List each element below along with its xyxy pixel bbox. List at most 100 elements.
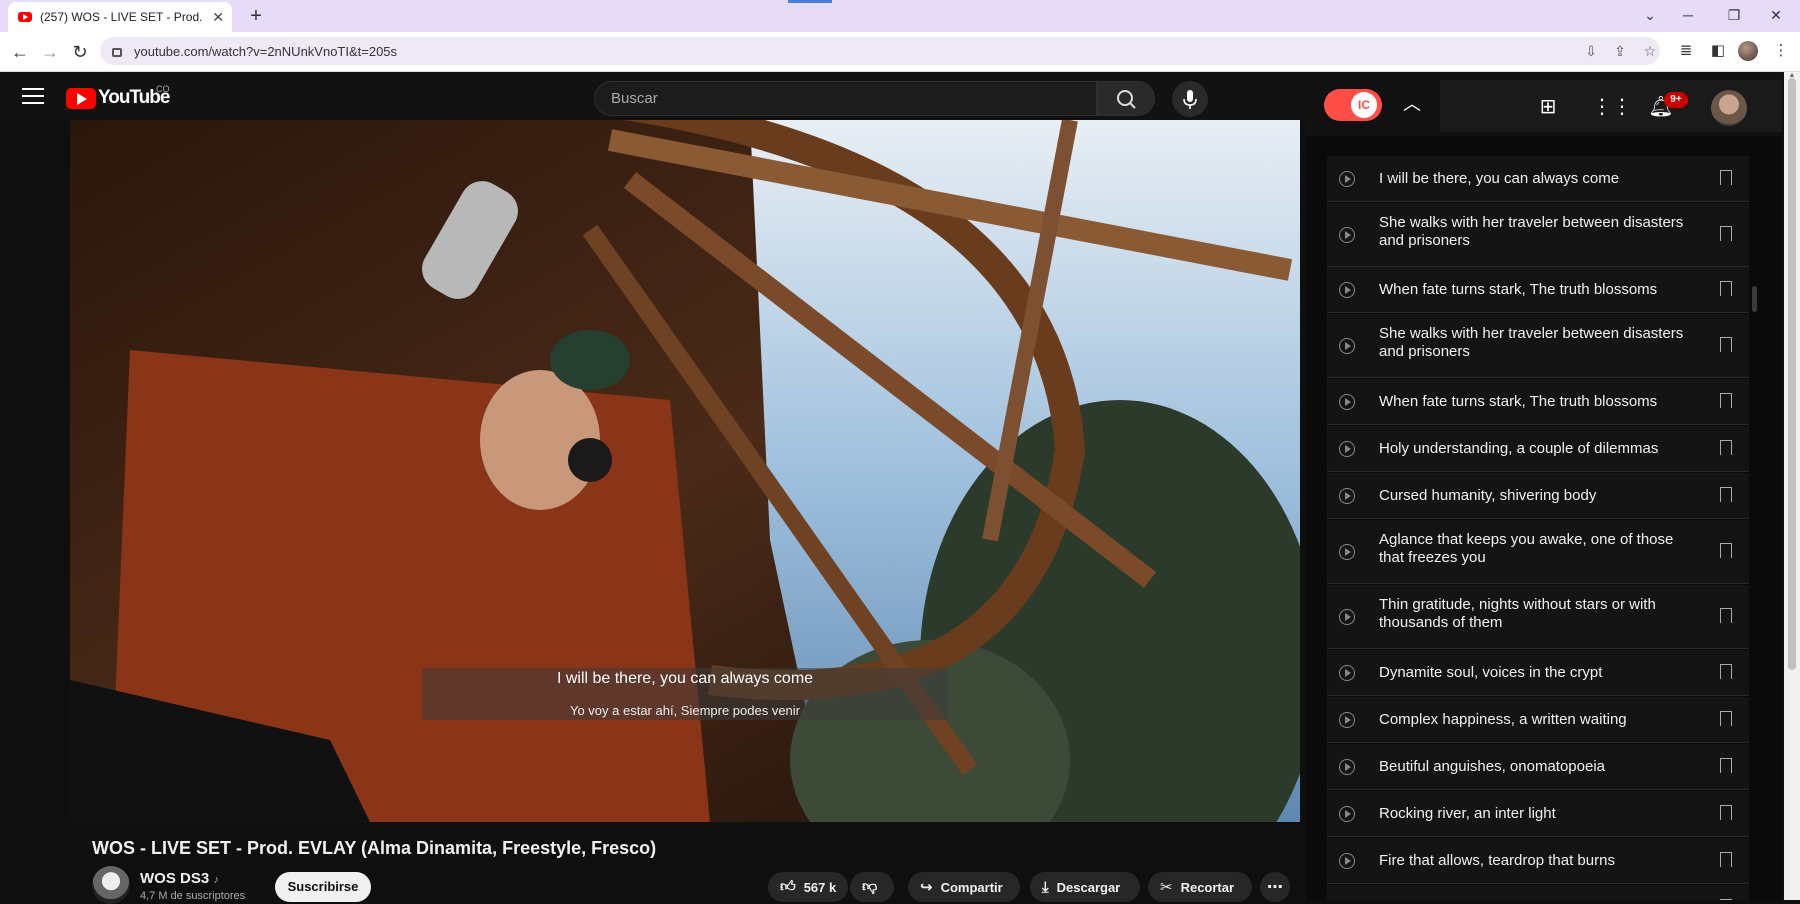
lyric-row[interactable]: Aglance that keeps you awake, one of tho…	[1327, 520, 1749, 584]
play-circle-icon[interactable]	[1339, 806, 1355, 822]
bookmark-icon[interactable]	[1720, 608, 1732, 628]
bookmark-icon[interactable]	[1720, 281, 1732, 301]
play-circle-icon[interactable]	[1339, 609, 1355, 625]
thumbs-up-icon: 👍︎	[780, 878, 796, 895]
play-circle-icon[interactable]	[1339, 665, 1355, 681]
share-page-icon[interactable]: ⇪	[1609, 40, 1631, 62]
subscriber-count: 4,7 M de suscriptores	[140, 890, 246, 902]
play-circle-icon[interactable]	[1339, 544, 1355, 560]
lyric-row[interactable]: Fire that allows, teardrop that burns	[1327, 838, 1749, 884]
apps-grid-icon[interactable]: ⋮⋮	[1592, 94, 1632, 120]
play-circle-icon[interactable]	[1339, 488, 1355, 504]
page-scrollbar-thumb[interactable]	[1788, 78, 1796, 670]
tab-search-chevron-down-icon[interactable]: ⌄	[1630, 4, 1670, 26]
lyric-row[interactable]: I will be there, you can always come	[1327, 156, 1749, 202]
bookmark-icon[interactable]	[1720, 805, 1732, 825]
subscribe-button[interactable]: Suscribirse	[275, 872, 371, 902]
browser-menu-icon[interactable]: ⋮	[1770, 40, 1792, 62]
dislike-button[interactable]: 👎︎	[850, 872, 894, 902]
bookmark-icon[interactable]	[1720, 337, 1732, 357]
play-circle-icon[interactable]	[1339, 171, 1355, 187]
lyric-row[interactable]: Holy understanding, a couple of dilemmas	[1327, 426, 1749, 472]
bookmark-icon[interactable]	[1720, 852, 1732, 872]
browser-tab[interactable]: (257) WOS - LIVE SET - Prod. EVLAY ✕	[8, 2, 232, 32]
channel-name[interactable]: WOS DS3 ♪	[140, 870, 219, 887]
reload-icon[interactable]: ↻	[68, 40, 92, 64]
bookmark-icon[interactable]	[1720, 664, 1732, 684]
bookmark-icon[interactable]	[1720, 440, 1732, 460]
bookmark-icon[interactable]	[1720, 170, 1732, 190]
lyric-row[interactable]: Thin gratitude, nights without stars or …	[1327, 585, 1749, 649]
microphone-icon	[1183, 90, 1197, 109]
lyric-text: Cursed humanity, shivering body	[1379, 487, 1597, 504]
lyric-row[interactable]: She walks with her traveler between disa…	[1327, 203, 1749, 267]
lyric-row[interactable]: She walks with her traveler between disa…	[1327, 314, 1749, 378]
browser-profile-avatar[interactable]	[1738, 41, 1758, 61]
lyric-row[interactable]: When fate turns stark, The truth blossom…	[1327, 379, 1749, 425]
lyric-row[interactable]: Beutiful anguishes, onomatopoeia	[1327, 744, 1749, 790]
address-url: youtube.com/watch?v=2nNUnkVnoTI&t=205s	[134, 43, 398, 59]
lyric-row[interactable]: Dynamite soul, voices in the crypt	[1327, 650, 1749, 696]
lyric-text: She walks with her traveler between disa…	[1379, 214, 1684, 249]
play-circle-icon[interactable]	[1339, 441, 1355, 457]
channel-avatar[interactable]	[92, 866, 130, 904]
create-video-icon[interactable]: ⊞	[1535, 94, 1561, 120]
account-avatar[interactable]	[1711, 90, 1747, 126]
bookmark-icon[interactable]	[1720, 487, 1732, 507]
lyrics-list-scrollbar[interactable]	[1752, 286, 1757, 312]
back-arrow-icon[interactable]: ←	[8, 40, 32, 64]
bookmark-icon[interactable]	[1720, 543, 1732, 563]
lyric-row[interactable]: When fate turns stark, The truth blossom…	[1327, 267, 1749, 313]
lyric-text: Aglance that keeps you awake, one of tho…	[1379, 531, 1674, 566]
play-circle-icon[interactable]	[1339, 394, 1355, 410]
play-circle-icon[interactable]	[1339, 227, 1355, 243]
country-code: CO	[156, 84, 170, 94]
side-panel-icon[interactable]: ◧	[1707, 40, 1729, 62]
lyric-text: Dynamite soul, voices in the crypt	[1379, 664, 1603, 681]
lyric-text: Holy understanding, a couple of dilemmas	[1379, 440, 1659, 457]
extension-toggle[interactable]: IC	[1324, 89, 1382, 121]
browser-tabstrip	[0, 0, 1800, 32]
close-tab-icon[interactable]: ✕	[212, 9, 224, 26]
chevron-up-icon[interactable]: ︿	[1398, 90, 1426, 118]
scroll-up-arrow-icon[interactable]: ▲	[1786, 72, 1798, 80]
bookmark-icon[interactable]	[1720, 226, 1732, 246]
play-circle-icon[interactable]	[1339, 759, 1355, 775]
clip-button[interactable]: ✂ Recortar	[1148, 872, 1252, 902]
lyric-row[interactable]: Complex happiness, a written waiting	[1327, 697, 1749, 743]
lyric-row[interactable]: Rocking river, an inter light	[1327, 791, 1749, 837]
voice-search-button[interactable]	[1172, 81, 1208, 117]
more-actions-button[interactable]: ⋯	[1260, 872, 1290, 902]
search-input[interactable]	[611, 90, 1071, 107]
notification-badge: 9+	[1664, 92, 1688, 108]
download-button[interactable]: ⤓ Descargar	[1030, 872, 1140, 902]
play-circle-icon[interactable]	[1339, 712, 1355, 728]
search-box[interactable]	[594, 81, 1097, 116]
like-button[interactable]: 👍︎ 567 k	[768, 872, 848, 902]
lyric-text: She walks with her traveler between disa…	[1379, 325, 1684, 360]
media-controls-icon[interactable]: ≣	[1675, 40, 1697, 62]
lyric-text: I will be there, you can always come	[1379, 170, 1620, 187]
bookmark-star-icon[interactable]: ☆	[1639, 40, 1661, 62]
play-circle-icon[interactable]	[1339, 282, 1355, 298]
play-circle-icon[interactable]	[1339, 853, 1355, 869]
search-button[interactable]	[1097, 81, 1155, 116]
restore-window-button[interactable]: ❐	[1714, 4, 1754, 26]
address-bar[interactable]: youtube.com/watch?v=2nNUnkVnoTI&t=205s	[100, 37, 1660, 65]
play-circle-icon[interactable]	[1339, 338, 1355, 354]
lyric-row[interactable]: Cursed humanity, shivering body	[1327, 473, 1749, 519]
share-button[interactable]: ↪ Compartir	[908, 872, 1020, 902]
install-app-icon[interactable]: ⇩	[1580, 40, 1602, 62]
lyric-row[interactable]: Eternal temptation, an unanswered questi…	[1327, 885, 1749, 900]
bookmark-icon[interactable]	[1720, 393, 1732, 413]
forward-arrow-icon[interactable]: →	[38, 40, 62, 64]
download-label: Descargar	[1056, 879, 1121, 895]
minimize-window-button[interactable]: ─	[1668, 4, 1708, 26]
guide-menu-icon[interactable]	[22, 88, 44, 104]
lyrics-list[interactable]: I will be there, you can always come She …	[1327, 156, 1763, 900]
youtube-logo-icon[interactable]	[66, 88, 96, 109]
close-window-button[interactable]: ✕	[1756, 4, 1796, 26]
bookmark-icon[interactable]	[1720, 758, 1732, 778]
new-tab-button[interactable]: +	[244, 4, 268, 28]
bookmark-icon[interactable]	[1720, 711, 1732, 731]
